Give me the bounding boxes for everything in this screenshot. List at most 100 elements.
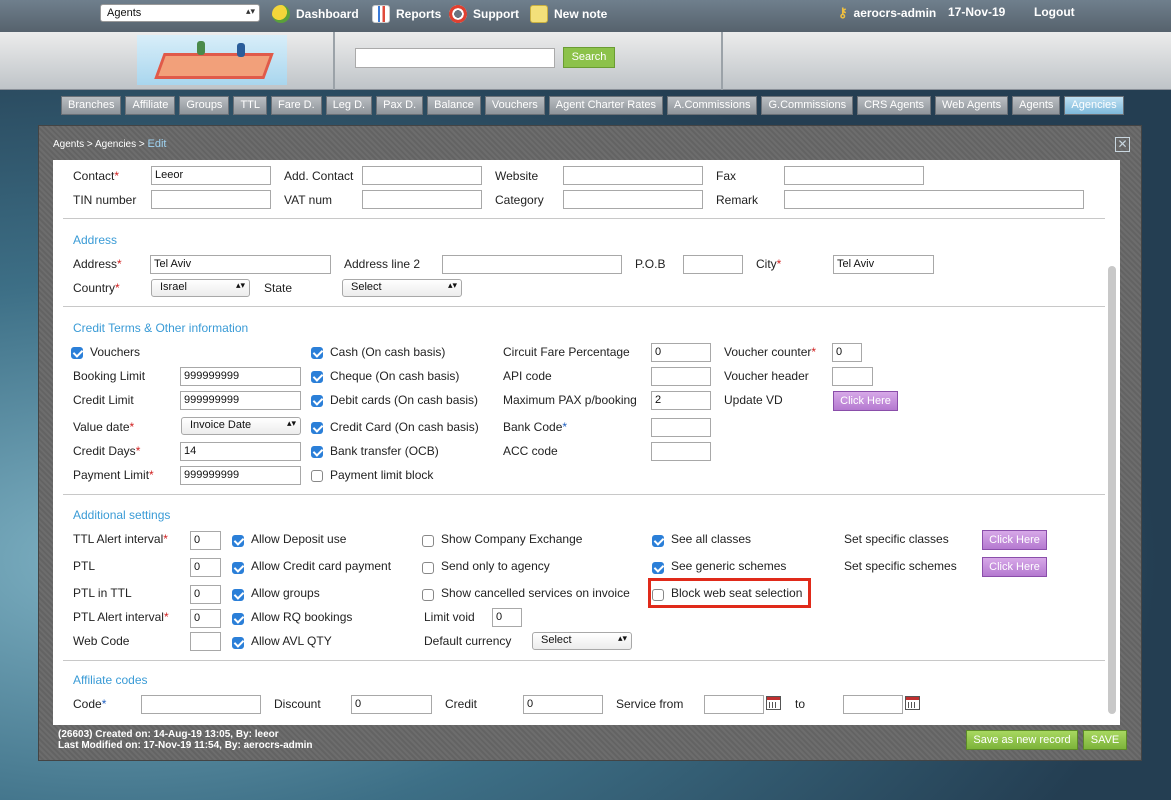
nav-reports[interactable]: Reports xyxy=(372,5,441,23)
tab-a-commissions[interactable]: A.Commissions xyxy=(667,96,758,115)
default-currency-select[interactable]: Select ▴▾ xyxy=(532,632,632,650)
vat-input[interactable] xyxy=(362,190,482,209)
circuit-fare-input[interactable]: 0 xyxy=(651,343,711,362)
add-contact-input[interactable] xyxy=(362,166,482,185)
tab-agents[interactable]: Agents xyxy=(1012,96,1061,115)
tin-input[interactable] xyxy=(151,190,271,209)
allow-rq-checkbox[interactable] xyxy=(232,613,244,625)
tab-leg-d[interactable]: Leg D. xyxy=(325,96,373,115)
allow-cc-checkbox[interactable] xyxy=(232,562,244,574)
see-generic-schemes-checkbox[interactable] xyxy=(652,562,664,574)
tab-agent-charter-rates[interactable]: Agent Charter Rates xyxy=(548,96,664,115)
tab-branches[interactable]: Branches xyxy=(61,96,122,115)
nav-dashboard[interactable]: Dashboard xyxy=(272,5,359,23)
calendar-icon[interactable] xyxy=(905,696,920,710)
allow-groups-checkbox[interactable] xyxy=(232,589,244,601)
city-input[interactable]: Tel Aviv xyxy=(833,255,934,274)
vouchers-label: Vouchers xyxy=(90,345,141,359)
see-generic-schemes-label: See generic schemes xyxy=(671,559,787,573)
ptl-in-ttl-input[interactable]: 0 xyxy=(190,585,221,604)
payment-block-label: Payment limit block xyxy=(330,468,434,482)
tab-pax-d[interactable]: Pax D. xyxy=(376,96,424,115)
calendar-icon[interactable] xyxy=(766,696,781,710)
service-from-input[interactable] xyxy=(704,695,764,714)
tab-groups[interactable]: Groups xyxy=(179,96,230,115)
save-as-new-button[interactable]: Save as new record xyxy=(966,730,1078,750)
breadcrumb-path[interactable]: Agents > Agencies > xyxy=(53,139,145,150)
remark-input[interactable] xyxy=(784,190,1084,209)
tab-crs-agents[interactable]: CRS Agents xyxy=(857,96,931,115)
module-select[interactable]: Agents ▴▾ xyxy=(100,4,260,22)
cheque-checkbox[interactable] xyxy=(311,371,323,383)
voucher-counter-input[interactable]: 0 xyxy=(832,343,862,362)
acc-code-input[interactable] xyxy=(651,442,711,461)
value-date-select[interactable]: Invoice Date ▴▾ xyxy=(181,417,301,435)
cash-checkbox[interactable] xyxy=(311,347,323,359)
header-divider xyxy=(333,32,335,90)
tab-balance[interactable]: Balance xyxy=(427,96,481,115)
update-vd-button[interactable]: Click Here xyxy=(833,391,898,411)
send-agency-checkbox[interactable] xyxy=(422,562,434,574)
nav-support-label: Support xyxy=(473,7,519,21)
website-input[interactable] xyxy=(563,166,703,185)
voucher-header-input[interactable] xyxy=(832,367,873,386)
logout-link[interactable]: Logout xyxy=(1034,5,1075,19)
code-input[interactable] xyxy=(141,695,261,714)
see-all-classes-label: See all classes xyxy=(671,532,752,546)
address-input[interactable]: Tel Aviv xyxy=(150,255,331,274)
tab-web-agents[interactable]: Web Agents xyxy=(935,96,1009,115)
affiliate-section-title: Affiliate codes xyxy=(73,673,148,687)
set-schemes-button[interactable]: Click Here xyxy=(982,557,1047,577)
ptl-alert-input[interactable]: 0 xyxy=(190,609,221,628)
tab-agencies[interactable]: Agencies xyxy=(1064,96,1124,115)
show-company-checkbox[interactable] xyxy=(422,535,434,547)
breadcrumb: Agents > Agencies > Edit xyxy=(53,138,166,150)
search-input[interactable] xyxy=(355,48,555,68)
ptl-input[interactable]: 0 xyxy=(190,558,221,577)
search-button[interactable]: Search xyxy=(563,47,615,68)
close-icon[interactable]: ✕ xyxy=(1115,137,1130,152)
address-label: Address* xyxy=(73,257,122,271)
address2-input[interactable] xyxy=(442,255,622,274)
max-pax-input[interactable]: 2 xyxy=(651,391,711,410)
payment-limit-input[interactable]: 999999999 xyxy=(180,466,301,485)
pob-input[interactable] xyxy=(683,255,743,274)
credit-input[interactable]: 0 xyxy=(523,695,603,714)
show-cancelled-checkbox[interactable] xyxy=(422,589,434,601)
state-select[interactable]: Select ▴▾ xyxy=(342,279,462,297)
tab-fare-d[interactable]: Fare D. xyxy=(271,96,322,115)
limit-void-input[interactable]: 0 xyxy=(492,608,522,627)
nav-support[interactable]: Support xyxy=(449,5,519,23)
scrollbar[interactable] xyxy=(1108,266,1116,714)
credit-card-checkbox[interactable] xyxy=(311,422,323,434)
allow-deposit-checkbox[interactable] xyxy=(232,535,244,547)
vouchers-checkbox[interactable] xyxy=(71,347,83,359)
tab-g-commissions[interactable]: G.Commissions xyxy=(761,96,854,115)
see-all-classes-checkbox[interactable] xyxy=(652,535,664,547)
fax-input[interactable] xyxy=(784,166,924,185)
tab-affiliate[interactable]: Affiliate xyxy=(125,96,176,115)
tab-ttl[interactable]: TTL xyxy=(233,96,267,115)
ttl-alert-input[interactable]: 0 xyxy=(190,531,221,550)
save-button[interactable]: SAVE xyxy=(1083,730,1127,750)
bank-transfer-checkbox[interactable] xyxy=(311,446,323,458)
tab-vouchers[interactable]: Vouchers xyxy=(484,96,545,115)
credit-days-input[interactable]: 14 xyxy=(180,442,301,461)
state-value: Select xyxy=(351,281,382,293)
country-select[interactable]: Israel ▴▾ xyxy=(151,279,250,297)
api-code-input[interactable] xyxy=(651,367,711,386)
nav-new-note[interactable]: New note xyxy=(530,5,607,23)
payment-limit-label: Payment Limit* xyxy=(73,468,154,482)
set-classes-button[interactable]: Click Here xyxy=(982,530,1047,550)
booking-limit-input[interactable]: 999999999 xyxy=(180,367,301,386)
credit-limit-input[interactable]: 999999999 xyxy=(180,391,301,410)
payment-block-checkbox[interactable] xyxy=(311,470,323,482)
allow-avl-checkbox[interactable] xyxy=(232,637,244,649)
bank-code-input[interactable] xyxy=(651,418,711,437)
discount-input[interactable]: 0 xyxy=(351,695,432,714)
web-code-input[interactable] xyxy=(190,632,221,651)
contact-input[interactable]: Leeor xyxy=(151,166,271,185)
debit-cards-checkbox[interactable] xyxy=(311,395,323,407)
category-input[interactable] xyxy=(563,190,703,209)
service-to-input[interactable] xyxy=(843,695,903,714)
